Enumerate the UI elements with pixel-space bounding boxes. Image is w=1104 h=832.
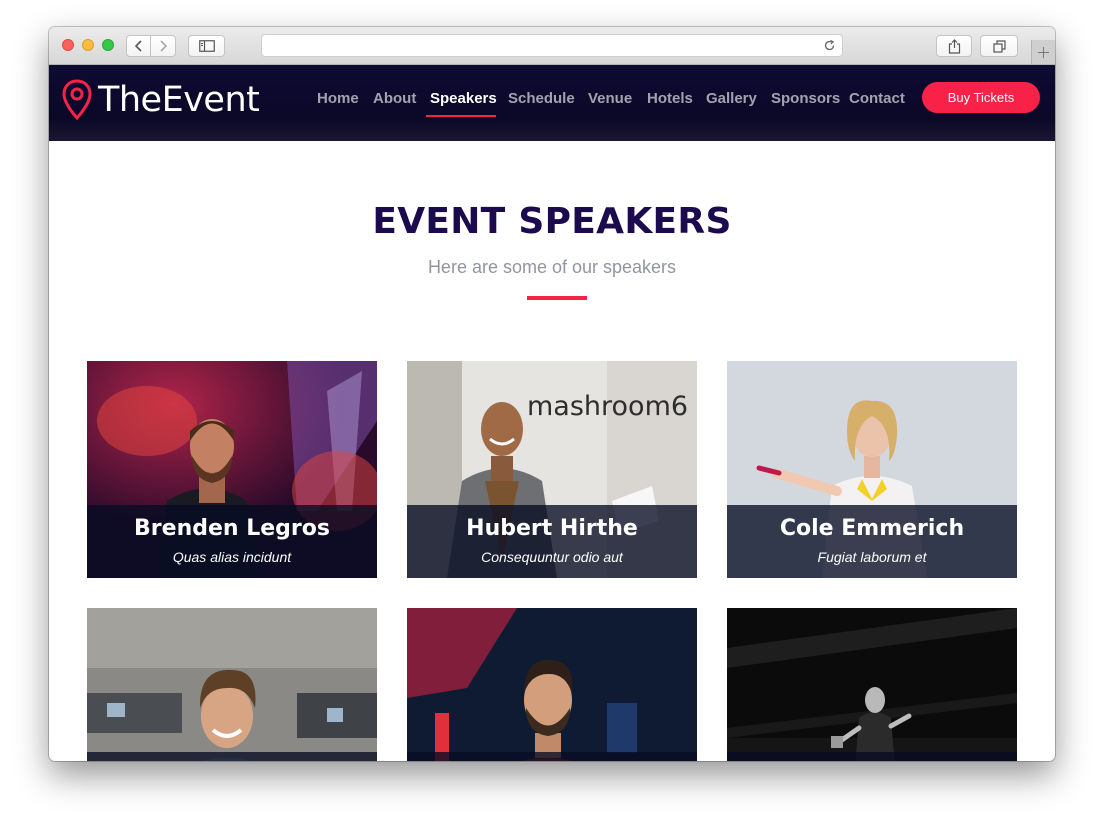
site-header: TheEvent Home About Speakers Schedule Ve…	[49, 65, 1055, 141]
browser-toolbar	[49, 27, 1055, 65]
speaker-card[interactable]	[407, 608, 697, 761]
speaker-info-overlay	[407, 752, 697, 761]
speaker-card[interactable]	[87, 608, 377, 761]
share-button[interactable]	[936, 35, 972, 57]
sidebar-icon	[198, 40, 215, 52]
speaker-role: Fugiat laborum et	[817, 549, 927, 565]
nav-about[interactable]: About	[373, 90, 416, 107]
speaker-card[interactable]	[727, 608, 1017, 761]
nav-speakers[interactable]: Speakers	[430, 90, 497, 107]
speaker-photo	[407, 608, 697, 761]
sidebar-toggle-button[interactable]	[188, 35, 225, 57]
site-logo[interactable]: TheEvent	[62, 79, 260, 121]
speaker-info-overlay	[87, 752, 377, 761]
back-button[interactable]	[126, 35, 151, 57]
speaker-name[interactable]: Hubert Hirthe	[407, 516, 697, 541]
speaker-info-overlay: Cole Emmerich Fugiat laborum et	[727, 505, 1017, 578]
nav-sponsors[interactable]: Sponsors	[771, 90, 840, 107]
active-nav-underline	[426, 115, 496, 117]
nav-contact[interactable]: Contact	[849, 90, 905, 107]
speaker-card[interactable]: Brenden Legros Quas alias incidunt	[87, 361, 377, 578]
reload-button[interactable]	[823, 39, 836, 57]
close-window-button[interactable]	[62, 39, 74, 51]
tabs-icon	[992, 39, 1006, 53]
speaker-role: Quas alias incidunt	[172, 549, 292, 565]
speaker-info-overlay: Hubert Hirthe Consequuntur odio aut	[407, 505, 697, 578]
back-arrow-icon	[134, 40, 142, 52]
share-icon	[948, 38, 960, 54]
forward-arrow-icon	[160, 40, 168, 52]
address-bar[interactable]	[261, 34, 843, 57]
speaker-name[interactable]: Cole Emmerich	[727, 516, 1017, 541]
speaker-card[interactable]: Cole Emmerich Fugiat laborum et	[727, 361, 1017, 578]
nav-schedule[interactable]: Schedule	[508, 90, 575, 107]
browser-window: TheEvent Home About Speakers Schedule Ve…	[49, 27, 1055, 761]
nav-gallery[interactable]: Gallery	[706, 90, 757, 107]
speaker-name[interactable]: Brenden Legros	[87, 516, 377, 541]
section-subtitle: Here are some of our speakers	[427, 257, 677, 277]
speaker-role: Consequuntur odio aut	[481, 549, 623, 565]
nav-venue[interactable]: Venue	[588, 90, 632, 107]
new-tab-button[interactable]	[1031, 40, 1055, 64]
speaker-photo	[727, 608, 1017, 761]
forward-button[interactable]	[151, 35, 176, 57]
title-divider	[527, 296, 587, 300]
plus-icon	[1038, 46, 1049, 58]
nav-home[interactable]: Home	[317, 90, 359, 107]
minimize-window-button[interactable]	[82, 39, 94, 51]
map-pin-icon	[62, 79, 92, 121]
reload-icon	[824, 39, 835, 51]
speaker-info-overlay: Brenden Legros Quas alias incidunt	[87, 505, 377, 578]
zoom-window-button[interactable]	[102, 39, 114, 51]
speaker-photo	[87, 608, 377, 761]
buy-tickets-button[interactable]: Buy Tickets	[922, 82, 1040, 113]
nav-hotels[interactable]: Hotels	[647, 90, 693, 107]
photo-wall-sign: mashroom6	[527, 391, 688, 422]
logo-text: TheEvent	[98, 80, 260, 120]
speaker-info-overlay	[727, 752, 1017, 761]
section-title: EVENT SPEAKERS	[372, 201, 732, 242]
show-tabs-button[interactable]	[980, 35, 1018, 57]
speaker-card[interactable]: mashroom6 Hubert Hirthe Consequuntur odi…	[407, 361, 697, 578]
